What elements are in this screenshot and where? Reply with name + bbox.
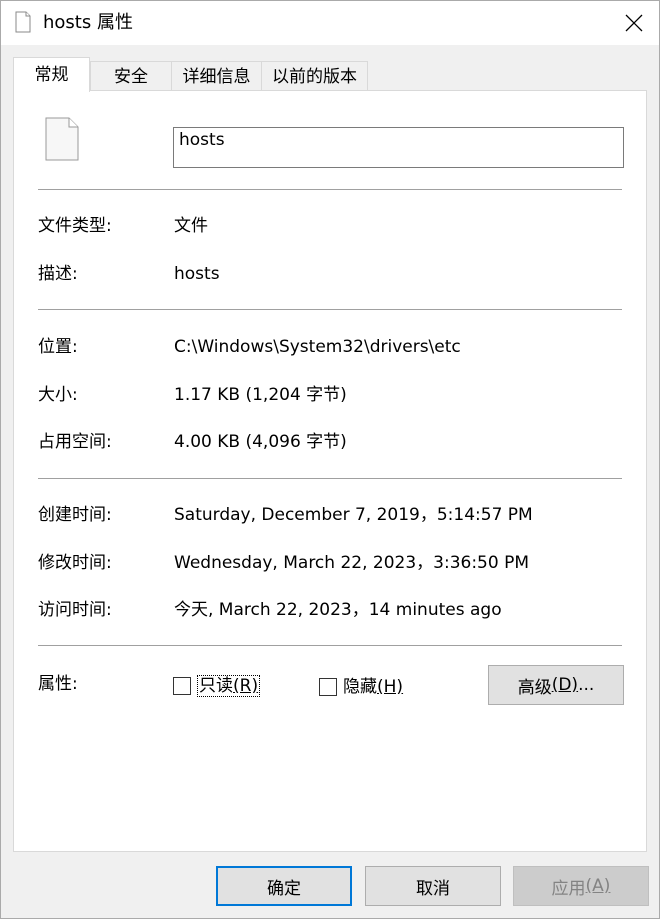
tab-label: 常规 — [34, 65, 69, 85]
general-panel — [13, 90, 647, 852]
created-value: Saturday, December 7, 2019，5:14:57 PM — [174, 505, 533, 525]
tab-label: 详细信息 — [182, 67, 251, 87]
size-value: 1.17 KB (1,204 字节) — [174, 385, 347, 405]
file-large-icon — [45, 117, 79, 161]
file-icon — [15, 11, 31, 33]
created-label: 创建时间: — [38, 505, 112, 525]
ok-button[interactable]: 确定 — [216, 866, 352, 906]
file-name-input[interactable]: hosts — [173, 127, 624, 168]
description-value: hosts — [174, 264, 220, 284]
tab-label: 安全 — [114, 67, 148, 87]
separator — [38, 478, 622, 479]
accessed-label: 访问时间: — [38, 600, 112, 620]
separator — [38, 645, 622, 646]
location-label: 位置: — [38, 337, 78, 357]
close-icon — [625, 14, 643, 32]
readonly-checkbox-box[interactable] — [173, 677, 191, 695]
attributes-label: 属性: — [38, 674, 78, 694]
tab-previous-versions[interactable]: 以前的版本 — [261, 61, 368, 91]
tab-details[interactable]: 详细信息 — [171, 61, 262, 91]
file-type-label: 文件类型: — [38, 216, 112, 236]
size-label: 大小: — [38, 385, 78, 405]
tab-security[interactable]: 安全 — [90, 61, 172, 91]
hidden-checkbox[interactable]: 隐藏(H) — [319, 675, 403, 699]
separator — [38, 189, 622, 190]
readonly-checkbox-label: 只读(R) — [197, 675, 261, 697]
tab-general[interactable]: 常规 — [13, 57, 90, 92]
accessed-value: 今天, March 22, 2023，14 minutes ago — [174, 600, 502, 620]
separator — [38, 309, 622, 310]
size-on-disk-label: 占用空间: — [38, 432, 112, 452]
file-type-value: 文件 — [174, 216, 208, 236]
close-button[interactable] — [609, 1, 659, 45]
modified-value: Wednesday, March 22, 2023，3:36:50 PM — [174, 553, 530, 573]
advanced-button[interactable]: 高级 (D)... — [488, 665, 624, 705]
hidden-checkbox-label: 隐藏(H) — [343, 677, 404, 697]
cancel-button[interactable]: 取消 — [365, 866, 501, 906]
apply-button[interactable]: 应用 (A) — [513, 866, 649, 906]
readonly-checkbox[interactable]: 只读(R) — [173, 675, 261, 697]
description-label: 描述: — [38, 264, 78, 284]
properties-window: hosts 属性 常规 安全 详细信息 以前的版本 hosts 文件类型: 文件… — [0, 0, 660, 919]
location-value: C:\Windows\System32\drivers\etc — [174, 337, 461, 357]
title-bar[interactable]: hosts 属性 — [1, 1, 659, 45]
hidden-checkbox-box[interactable] — [319, 678, 337, 696]
tab-label: 以前的版本 — [272, 67, 357, 87]
modified-label: 修改时间: — [38, 553, 112, 573]
window-title: hosts 属性 — [43, 12, 133, 33]
size-on-disk-value: 4.00 KB (4,096 字节) — [174, 432, 347, 452]
